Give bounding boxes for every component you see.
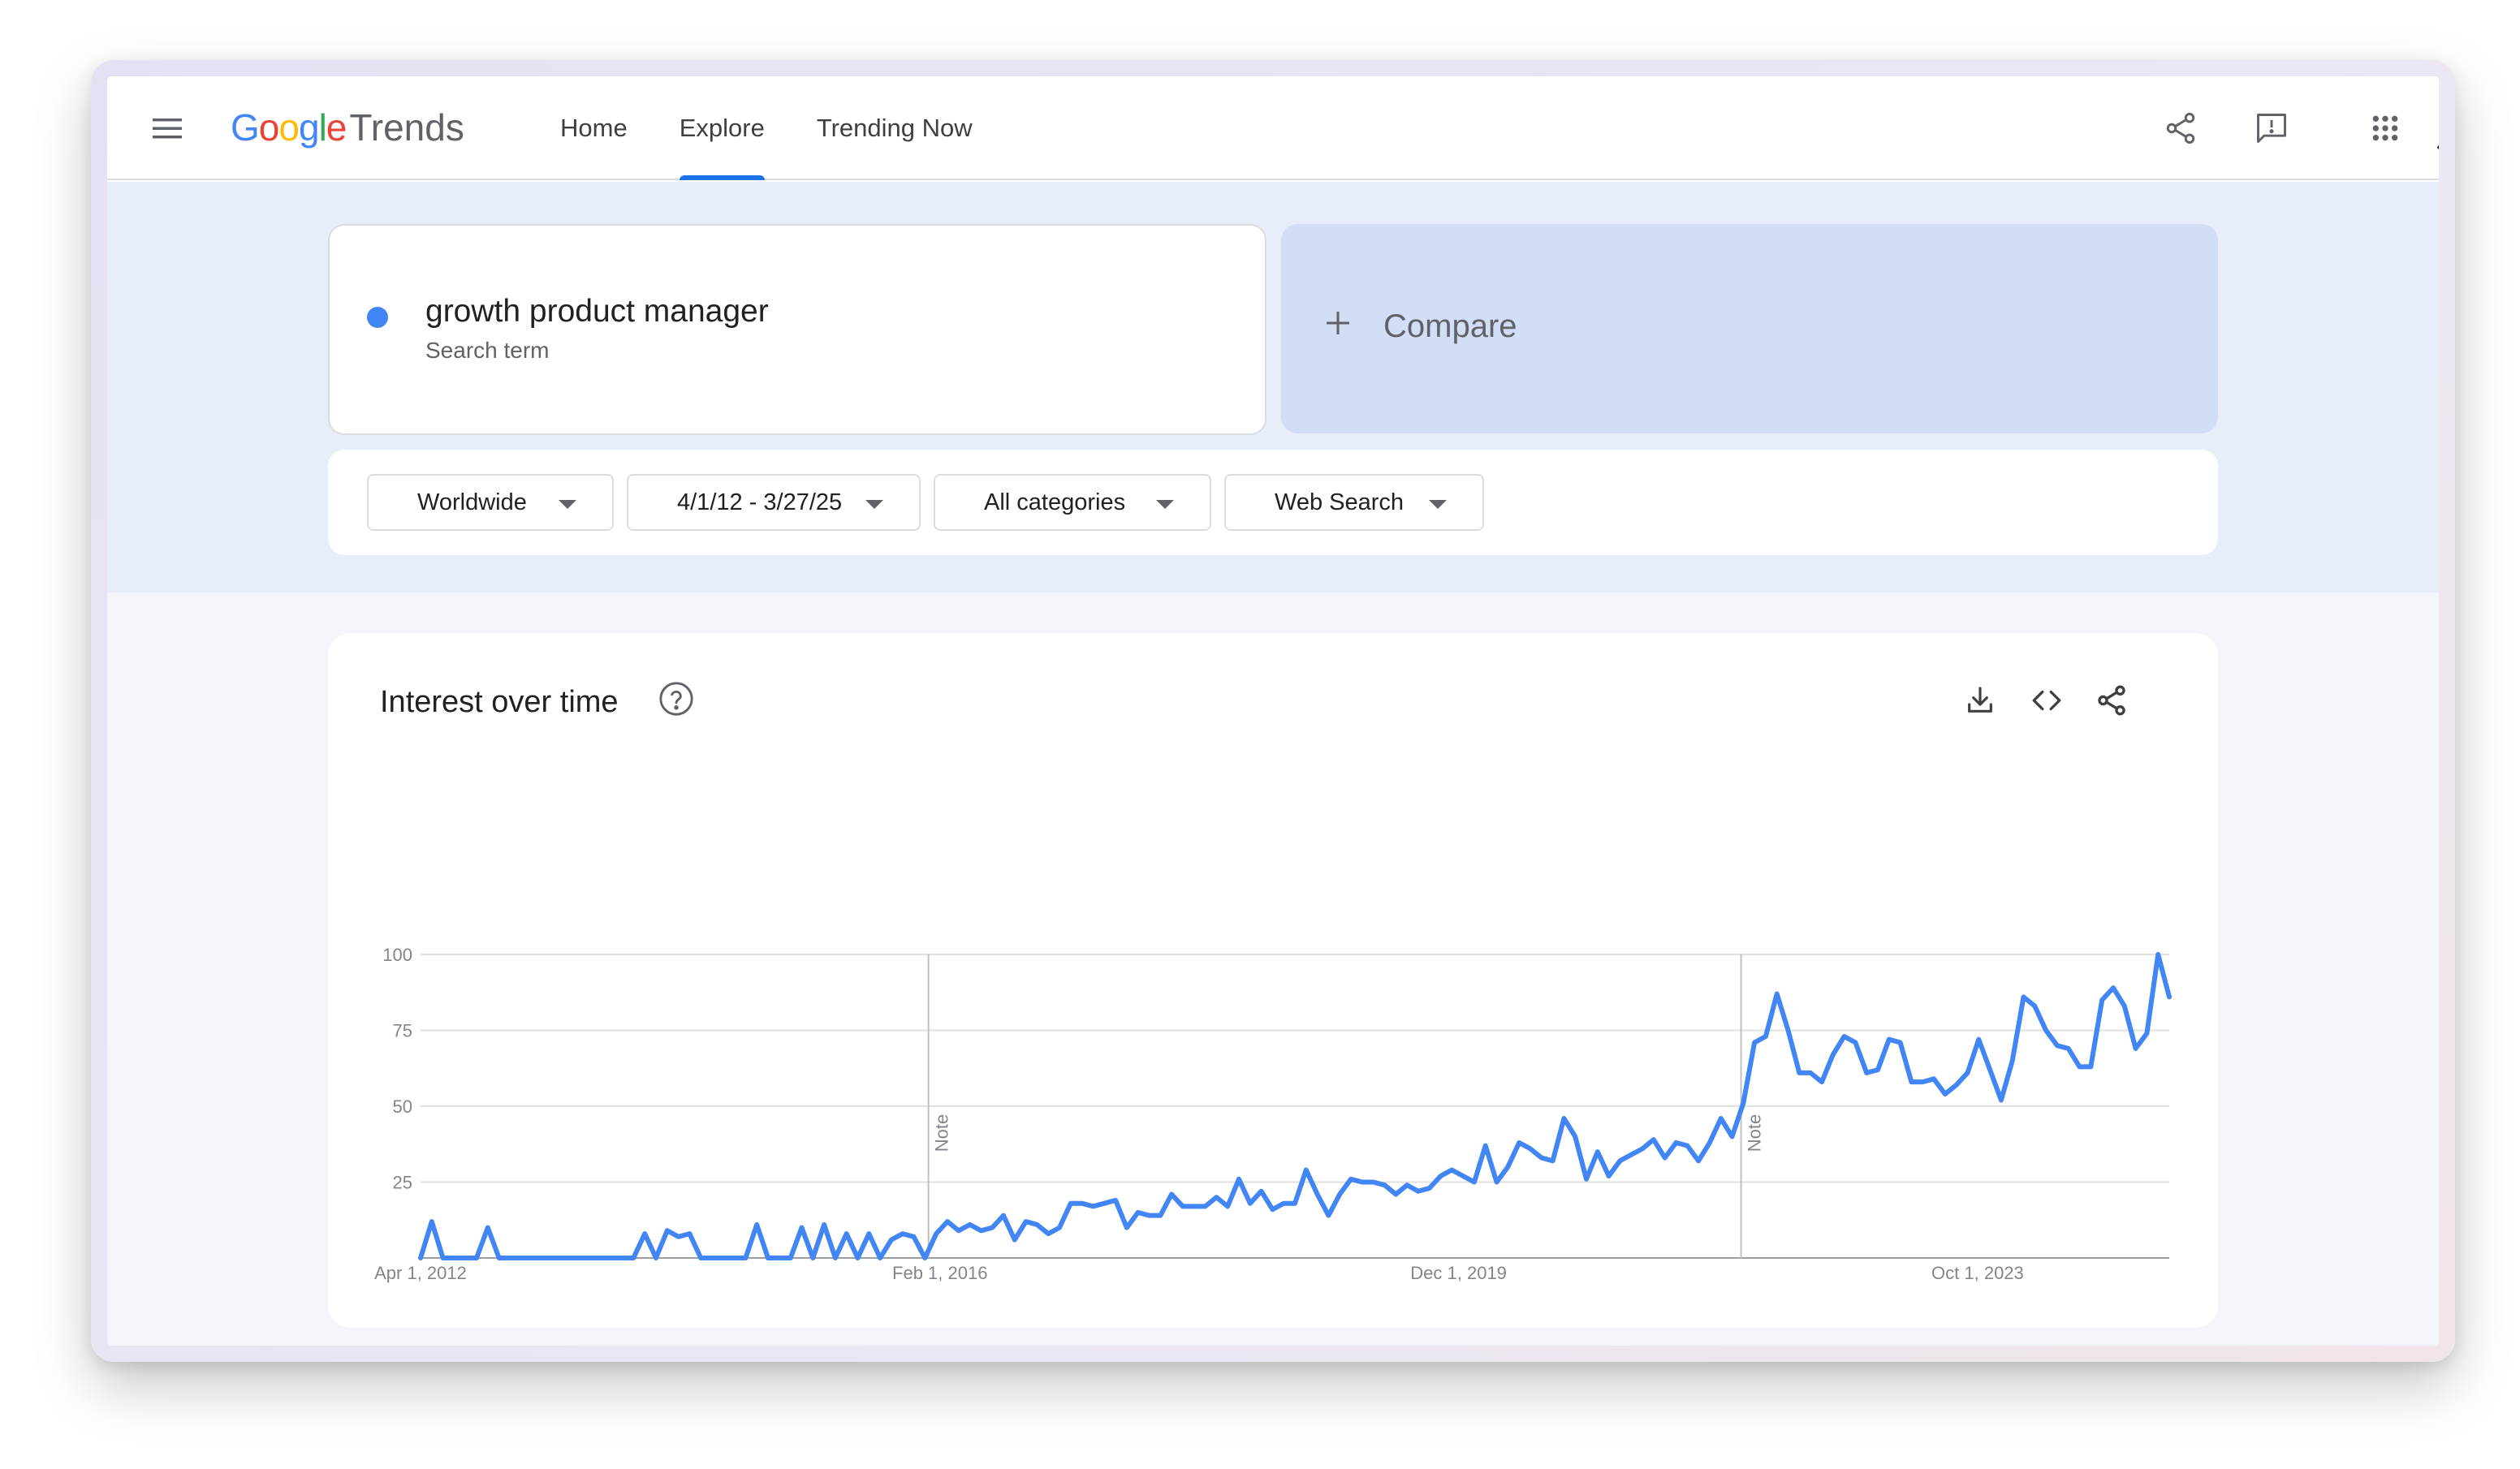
nav-trending-now-label: Trending Now (816, 114, 973, 142)
embed-code-icon[interactable] (2028, 682, 2065, 719)
y-tick-label: 75 (393, 1021, 412, 1041)
logo-google-text: Google (231, 106, 347, 149)
compare-label: Compare (1383, 308, 1517, 344)
main-nav: Home Explore Trending Now (534, 76, 999, 180)
note-label: Note (1745, 1114, 1765, 1152)
search-term-text: growth product manager (425, 294, 769, 329)
date-range-select[interactable]: 4/1/12 - 3/27/25 (627, 474, 921, 531)
nav-home-label: Home (560, 114, 628, 142)
category-select-label: All categories (984, 489, 1126, 515)
logo-letter: G (231, 106, 260, 149)
note-label: Note (932, 1114, 952, 1152)
logo-letter: l (318, 106, 327, 149)
filter-bar: Worldwide 4/1/12 - 3/27/25 All categorie… (328, 450, 2218, 555)
y-tick-label: 25 (393, 1173, 412, 1193)
search-type-select-label: Web Search (1275, 489, 1405, 515)
chart-title: Interest over time (380, 685, 619, 719)
nav-trending-now[interactable]: Trending Now (791, 76, 999, 180)
window-frame: Google Trends Home Explore Trending Now (91, 60, 2455, 1362)
logo-letter: o (278, 106, 300, 149)
nav-explore[interactable]: Explore (654, 76, 791, 180)
region-select-label: Worldwide (417, 489, 527, 515)
nav-home[interactable]: Home (534, 76, 654, 180)
y-tick-label: 100 (382, 945, 412, 965)
x-tick-label: Dec 1, 2019 (1410, 1263, 1507, 1283)
search-type-select[interactable]: Web Search (1224, 474, 1484, 531)
logo-letter: o (258, 106, 280, 149)
nav-explore-label: Explore (679, 114, 765, 142)
series-color-dot (367, 307, 388, 328)
share-icon[interactable] (2093, 682, 2130, 719)
search-term-type: Search term (425, 338, 550, 363)
region-select[interactable]: Worldwide (367, 474, 614, 531)
logo-trends-text: Trends (349, 106, 464, 149)
google-trends-logo[interactable]: Google Trends (231, 106, 464, 154)
share-icon[interactable] (2158, 106, 2203, 151)
download-icon[interactable] (1961, 682, 1999, 719)
caret-down-icon (865, 500, 883, 509)
apps-grid-icon[interactable] (2362, 106, 2408, 151)
x-tick-label: Apr 1, 2012 (374, 1263, 467, 1283)
browser-window: Google Trends Home Explore Trending Now (107, 76, 2439, 1346)
logo-letter: g (298, 106, 320, 149)
search-term-card[interactable]: growth product manager Search term (328, 224, 1266, 435)
caret-down-icon (1156, 500, 1174, 509)
help-icon[interactable] (658, 680, 695, 717)
x-tick-label: Feb 1, 2016 (892, 1263, 987, 1283)
caret-down-icon (559, 500, 576, 509)
x-tick-label: Oct 1, 2023 (1931, 1263, 2024, 1283)
y-tick-label: 50 (393, 1096, 412, 1117)
date-range-select-label: 4/1/12 - 3/27/25 (677, 489, 843, 515)
app-header: Google Trends Home Explore Trending Now (107, 76, 2439, 180)
feedback-icon[interactable] (2249, 106, 2294, 151)
menu-icon[interactable] (151, 112, 183, 144)
avatar[interactable] (2429, 101, 2439, 156)
interest-over-time-chart: 25 50 75 100 Note Note Apr 1, 2012 Feb 1, 2016 D… (374, 945, 2172, 1283)
caret-down-icon (1429, 500, 1447, 509)
plus-icon (1323, 308, 1353, 338)
interest-over-time-card: 25 50 75 100 Note Note Apr 1, 2012 Feb 1, 2016 D… (328, 633, 2218, 1328)
compare-button[interactable]: Compare (1281, 224, 2218, 433)
category-select[interactable]: All categories (934, 474, 1211, 531)
logo-letter: e (326, 106, 347, 149)
